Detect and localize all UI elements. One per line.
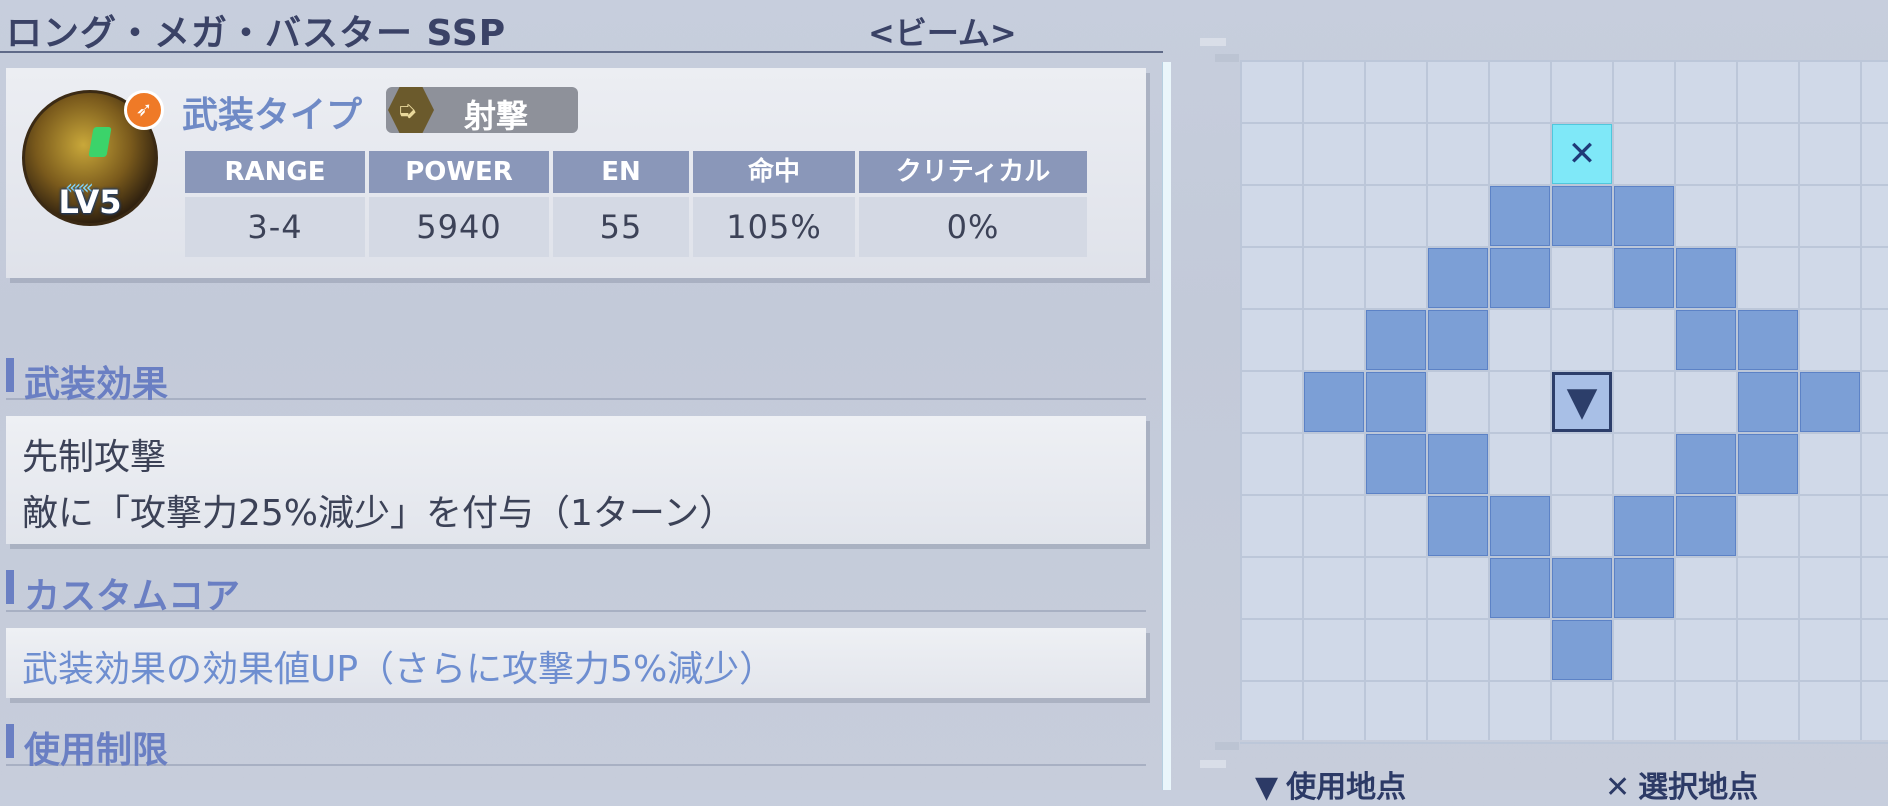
range-cell[interactable] [1304,372,1364,432]
range-cell[interactable] [1366,310,1426,370]
range-cell[interactable] [1614,248,1674,308]
use-point-icon: ▼ [1255,770,1279,805]
use-point-cell[interactable]: ▼ [1552,372,1612,432]
weapon-info-panel: ««« LV5 ➶ 武装タイプ ➭ 射撃 RANGE POWER EN 命中 ク… [6,68,1146,278]
unit-level: LV5 [58,183,122,221]
stat-header-en: EN [553,151,689,193]
stat-header-critical: クリティカル [859,151,1087,193]
legend-use-point: ▼ 使用地点 [1255,762,1406,806]
range-cell[interactable] [1552,558,1612,618]
weapon-name: ロング・メガ・バスター SSP [6,13,507,54]
range-cell[interactable] [1676,248,1736,308]
section-title: 武装効果 [24,364,169,405]
grid-line [1488,60,1490,740]
select-point-icon: ✕ [1605,770,1631,805]
stat-value-power: 5940 [369,197,549,257]
section-heading-effect: 武装効果 [6,358,1146,405]
weapon-type-value: 射撃 [464,97,529,135]
range-cell[interactable] [1676,310,1736,370]
grid-line [1240,680,1888,682]
range-cell[interactable] [1614,496,1674,556]
range-cell[interactable] [1490,186,1550,246]
weapon-type-label: 武装タイプ [182,95,363,136]
grid-line [1240,246,1888,248]
section-title: 使用制限 [24,730,169,771]
grid-frame-mark [1215,54,1239,62]
range-cell[interactable] [1366,434,1426,494]
range-cell[interactable] [1428,496,1488,556]
range-cell[interactable] [1552,186,1612,246]
stat-header-range: RANGE [185,151,365,193]
stat-value-en: 55 [553,197,689,257]
grid-line [1426,60,1428,740]
beam-type-badge-icon: ➶ [124,90,164,130]
grid-line [1240,60,1242,740]
grid-frame-mark [1200,760,1226,768]
effect-box: 先制攻撃 敵に「攻撃力25%減少」を付与（1ターン） [6,416,1146,544]
section-title: カスタムコア [24,576,241,617]
grid-line [1612,60,1614,740]
range-cell[interactable] [1676,496,1736,556]
stat-header-accuracy: 命中 [693,151,855,193]
grid-frame-mark [1215,742,1239,750]
effect-description: 敵に「攻撃力25%減少」を付与（1ターン） [22,493,736,534]
avatar-eye [88,127,112,157]
range-cell[interactable] [1614,558,1674,618]
custom-core-box: 武装効果の効果値UP（さらに攻撃力5%減少） [6,628,1146,698]
stat-value-accuracy: 105% [693,197,855,257]
range-cell[interactable] [1614,186,1674,246]
grid-line [1674,60,1676,740]
range-cell[interactable] [1490,558,1550,618]
attack-range-grid: ▼ ✕ [1240,60,1888,744]
grid-line [1240,494,1888,496]
section-heading-restriction: 使用制限 [6,724,1146,771]
legend-select-point-label: 選択地点 [1638,770,1759,805]
grid-frame-mark [1200,38,1226,46]
legend-use-point-label: 使用地点 [1286,770,1407,805]
grid-line [1860,60,1862,740]
range-cell[interactable] [1738,310,1798,370]
section-accent-bar [6,358,14,392]
range-cell[interactable] [1490,248,1550,308]
shooting-icon: ➭ [388,87,434,133]
effect-title: 先制攻撃 [22,437,167,478]
range-cell[interactable] [1738,434,1798,494]
range-cell[interactable] [1490,496,1550,556]
range-cell[interactable] [1738,372,1798,432]
stat-header-power: POWER [369,151,549,193]
range-cell[interactable] [1676,434,1736,494]
range-cell[interactable] [1800,372,1860,432]
stat-value-range: 3-4 [185,197,365,257]
weapon-attribute: <ビーム> [868,14,1017,52]
range-cell[interactable] [1552,620,1612,680]
use-point-icon: ▼ [1566,379,1598,425]
custom-core-text: 武装効果の効果値UP（さらに攻撃力5%減少） [22,649,776,690]
section-accent-bar [6,724,14,758]
section-heading-custom-core: カスタムコア [6,570,1146,617]
range-cell[interactable] [1428,310,1488,370]
grid-line [1240,742,1888,744]
section-accent-bar [6,570,14,604]
weapon-type-chip: ➭ 射撃 [386,87,578,135]
select-point-icon: ✕ [1567,134,1597,174]
select-point-cell[interactable]: ✕ [1552,124,1612,184]
stat-value-critical: 0% [859,197,1087,257]
range-cell[interactable] [1366,372,1426,432]
range-cell[interactable] [1428,434,1488,494]
grid-line [1240,60,1888,62]
legend-select-point: ✕ 選択地点 [1605,762,1758,806]
weapon-title-bar: ロング・メガ・バスター SSP <ビーム> [0,0,1163,54]
range-cell[interactable] [1428,248,1488,308]
panel-divider [1162,62,1171,790]
